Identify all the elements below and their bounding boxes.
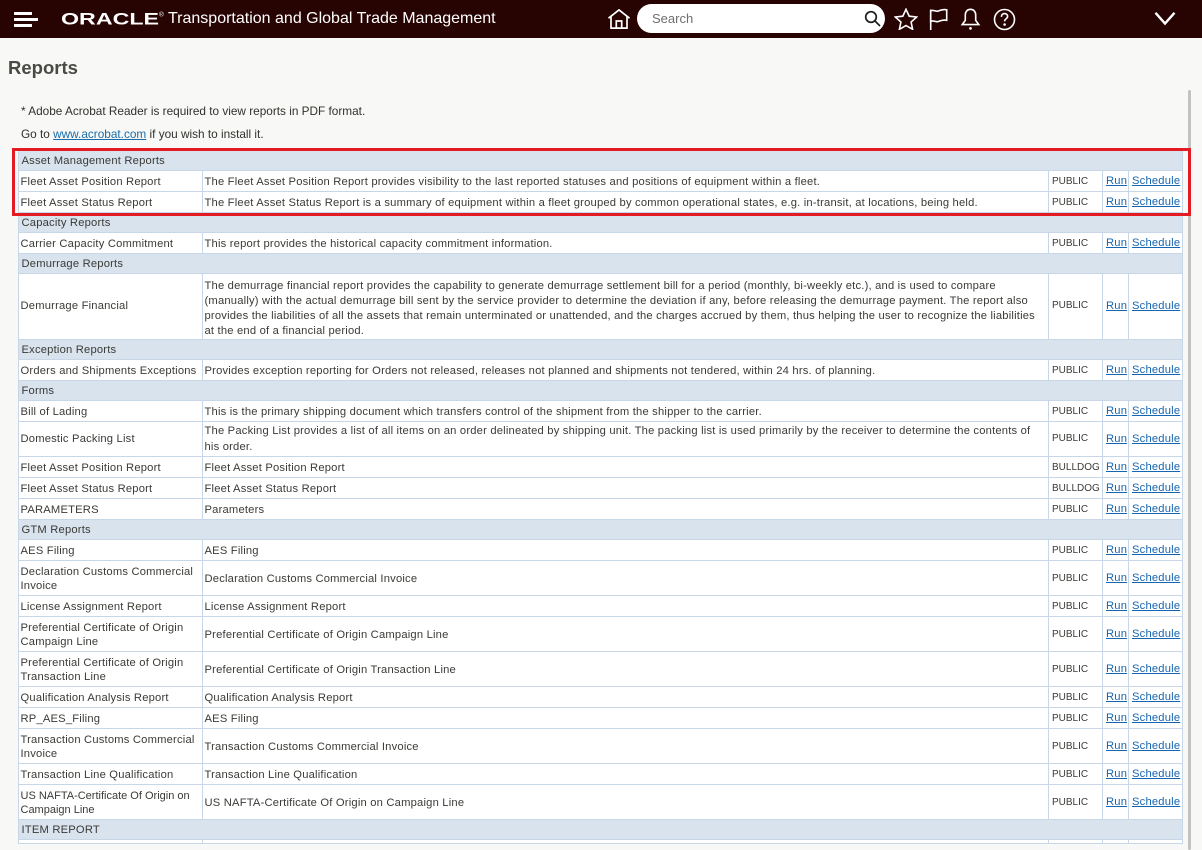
svg-text:®: ®: [159, 11, 164, 19]
svg-text:ORACLE: ORACLE: [61, 11, 159, 29]
